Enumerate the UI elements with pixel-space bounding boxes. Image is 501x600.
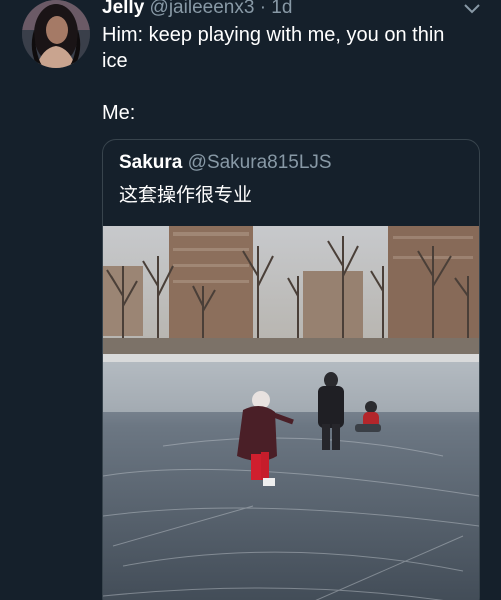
quoted-tweet-header: Sakura @Sakura815LJS	[119, 151, 332, 175]
quoted-author-name: Sakura	[119, 152, 183, 173]
profile-photo-icon	[22, 0, 90, 68]
tweet-text-line: Me:	[102, 102, 136, 124]
tweet-view: Jelly @jaileeenx3 · 1d Him: keep playing…	[0, 0, 501, 600]
separator-dot: ·	[259, 0, 267, 18]
quoted-author-handle: @Sakura815LJS	[187, 152, 332, 173]
tweet-text-line: Him: keep playing with me, you on thin	[102, 24, 445, 46]
author-name[interactable]: Jelly	[102, 0, 144, 18]
tweet-text-line: ice	[102, 50, 128, 72]
avatar[interactable]	[22, 0, 90, 68]
video-thumbnail[interactable]	[103, 226, 479, 600]
chevron-down-icon[interactable]	[462, 2, 482, 16]
tweet-text: Him: keep playing with me, you on thin i…	[102, 22, 482, 126]
ice-skating-image	[103, 226, 479, 600]
author-handle[interactable]: @jaileeenx3	[150, 0, 255, 18]
tweet-header: Jelly @jaileeenx3 · 1d	[102, 0, 292, 20]
quoted-tweet[interactable]: Sakura @Sakura815LJS 这套操作很专业	[102, 139, 480, 600]
quoted-tweet-text: 这套操作很专业	[119, 185, 253, 206]
timestamp[interactable]: 1d	[271, 0, 292, 18]
